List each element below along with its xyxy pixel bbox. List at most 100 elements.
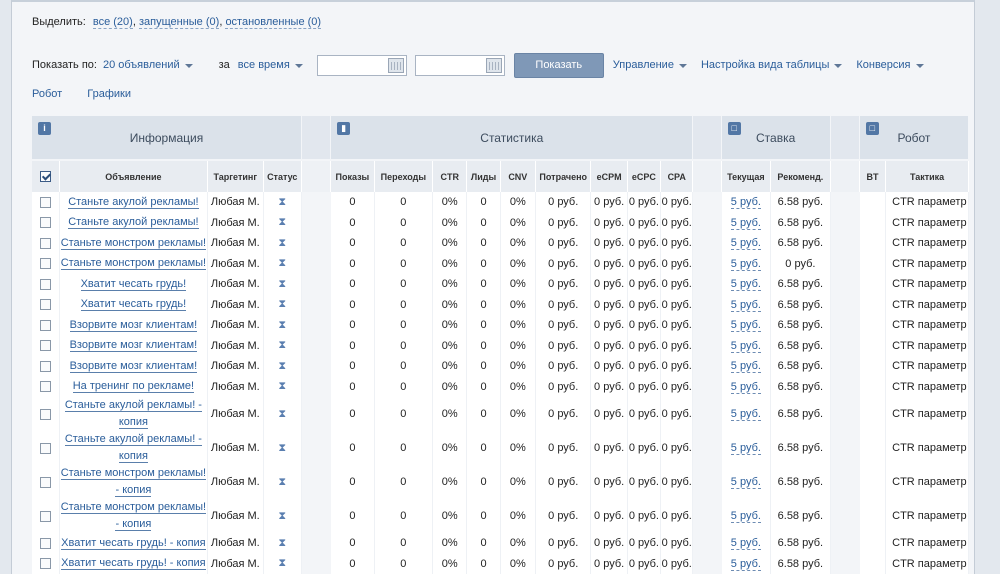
current-bid-link[interactable]: 5 руб. [731,408,761,421]
col-current-bid[interactable]: Текущая [721,160,770,192]
col-recommended-bid[interactable]: Рекоменд. [771,160,831,192]
calendar-icon[interactable] [486,58,502,73]
status-cell: ⧗ [263,397,301,431]
row-checkbox[interactable] [40,409,51,420]
col-cnv[interactable]: CNV [500,160,535,192]
ad-title-link[interactable]: Станьте акулой рекламы! - копия [65,433,202,463]
col-status[interactable]: Статус [263,160,301,192]
col-impressions[interactable]: Показы [331,160,374,192]
current-bid-link[interactable]: 5 руб. [731,442,761,455]
row-checkbox-cell[interactable] [32,254,59,275]
ad-title-link[interactable]: Станьте монстром рекламы! - копия [61,467,206,497]
ad-title-link[interactable]: На тренинг по рекламе! [73,380,194,393]
col-targeting[interactable]: Таргетинг [208,160,263,192]
conversion-dropdown[interactable]: Конверсия [856,59,923,71]
row-checkbox-cell[interactable] [32,554,59,574]
ad-title-link[interactable]: Хватит чесать грудь! [81,298,187,311]
col-ecpc[interactable]: eCPC [627,160,660,192]
col-leads[interactable]: Лиды [467,160,500,192]
row-checkbox-cell[interactable] [32,465,59,499]
col-ad[interactable]: Объявление [59,160,207,192]
current-bid-link[interactable]: 5 руб. [731,237,761,250]
row-checkbox[interactable] [40,477,51,488]
row-checkbox[interactable] [40,258,51,269]
ad-title-link[interactable]: Хватит чесать грудь! - копия [61,537,206,550]
table-settings-dropdown[interactable]: Настройка вида таблицы [701,59,842,71]
current-bid-link[interactable]: 5 руб. [731,360,761,373]
row-checkbox-cell[interactable] [32,213,59,234]
row-checkbox[interactable] [40,279,51,290]
row-checkbox[interactable] [40,217,51,228]
current-bid-link[interactable]: 5 руб. [731,258,761,271]
row-checkbox-cell[interactable] [32,295,59,316]
ad-title-link[interactable]: Станьте монстром рекламы! - копия [61,501,206,531]
current-bid-link[interactable]: 5 руб. [731,196,761,209]
col-tactic[interactable]: Тактика [886,160,969,192]
ad-title-link[interactable]: Взорвите мозг клиентам! [70,339,198,352]
ad-title-link[interactable]: Хватит чесать грудь! - копия [61,557,206,570]
row-checkbox[interactable] [40,340,51,351]
current-bid-link[interactable]: 5 руб. [731,319,761,332]
col-ctr[interactable]: CTR [433,160,467,192]
current-bid-link[interactable]: 5 руб. [731,217,761,230]
ad-title-link[interactable]: Хватит чесать грудь! [81,278,187,291]
ad-title-link[interactable]: Станьте акулой рекламы! [68,196,198,209]
date-to-input[interactable] [415,55,505,76]
spent-cell: 0 руб. [535,192,590,213]
current-bid-link[interactable]: 5 руб. [731,340,761,353]
show-button[interactable]: Показать [514,53,604,78]
col-bt[interactable]: BT [859,160,885,192]
calendar-icon[interactable] [388,58,404,73]
select-running-link[interactable]: запущенные (0) [139,16,219,29]
ecpc-cell: 0 руб. [627,336,660,357]
show-by-dropdown[interactable]: 20 объявлений [103,59,193,71]
col-cpa[interactable]: CPA [661,160,693,192]
select-all-checkbox[interactable] [40,171,51,182]
select-stopped-link[interactable]: остановленные (0) [225,16,321,29]
row-checkbox-cell[interactable] [32,533,59,554]
current-bid-link[interactable]: 5 руб. [731,381,761,394]
current-bid-link[interactable]: 5 руб. [731,537,761,550]
ad-title-link[interactable]: Станьте монстром рекламы! [61,237,206,250]
row-checkbox[interactable] [40,361,51,372]
select-all-link[interactable]: все (20) [93,16,133,29]
charts-link[interactable]: Графики [87,88,131,100]
period-dropdown[interactable]: все время [238,59,303,71]
ad-title-link[interactable]: Взорвите мозг клиентам! [70,360,198,373]
row-checkbox[interactable] [40,238,51,249]
row-checkbox[interactable] [40,443,51,454]
ad-title-link[interactable]: Станьте монстром рекламы! [61,257,206,270]
row-checkbox[interactable] [40,197,51,208]
row-checkbox[interactable] [40,381,51,392]
current-bid-link[interactable]: 5 руб. [731,510,761,523]
row-checkbox[interactable] [40,538,51,549]
ad-title-link[interactable]: Взорвите мозг клиентам! [70,319,198,332]
row-checkbox-cell[interactable] [32,274,59,295]
row-checkbox-cell[interactable] [32,192,59,213]
ad-title-link[interactable]: Станьте акулой рекламы! [68,216,198,229]
col-ecpm[interactable]: eCPM [591,160,627,192]
current-bid-link[interactable]: 5 руб. [731,299,761,312]
ad-title-link[interactable]: Станьте акулой рекламы! - копия [65,399,202,429]
row-checkbox[interactable] [40,511,51,522]
row-checkbox-cell[interactable] [32,356,59,377]
row-checkbox[interactable] [40,558,51,569]
current-bid-link[interactable]: 5 руб. [731,278,761,291]
current-bid-link[interactable]: 5 руб. [731,476,761,489]
row-checkbox-cell[interactable] [32,397,59,431]
row-checkbox-cell[interactable] [32,377,59,398]
row-checkbox-cell[interactable] [32,315,59,336]
row-checkbox-cell[interactable] [32,431,59,465]
row-checkbox-cell[interactable] [32,233,59,254]
date-from-input[interactable] [317,55,407,76]
select-all-checkbox-cell[interactable] [32,160,59,192]
manage-dropdown[interactable]: Управление [613,59,687,71]
row-checkbox[interactable] [40,299,51,310]
row-checkbox[interactable] [40,320,51,331]
row-checkbox-cell[interactable] [32,336,59,357]
row-checkbox-cell[interactable] [32,499,59,533]
col-spent[interactable]: Потрачено [535,160,590,192]
current-bid-link[interactable]: 5 руб. [731,558,761,571]
col-clicks[interactable]: Переходы [374,160,433,192]
robot-link[interactable]: Робот [32,88,62,100]
